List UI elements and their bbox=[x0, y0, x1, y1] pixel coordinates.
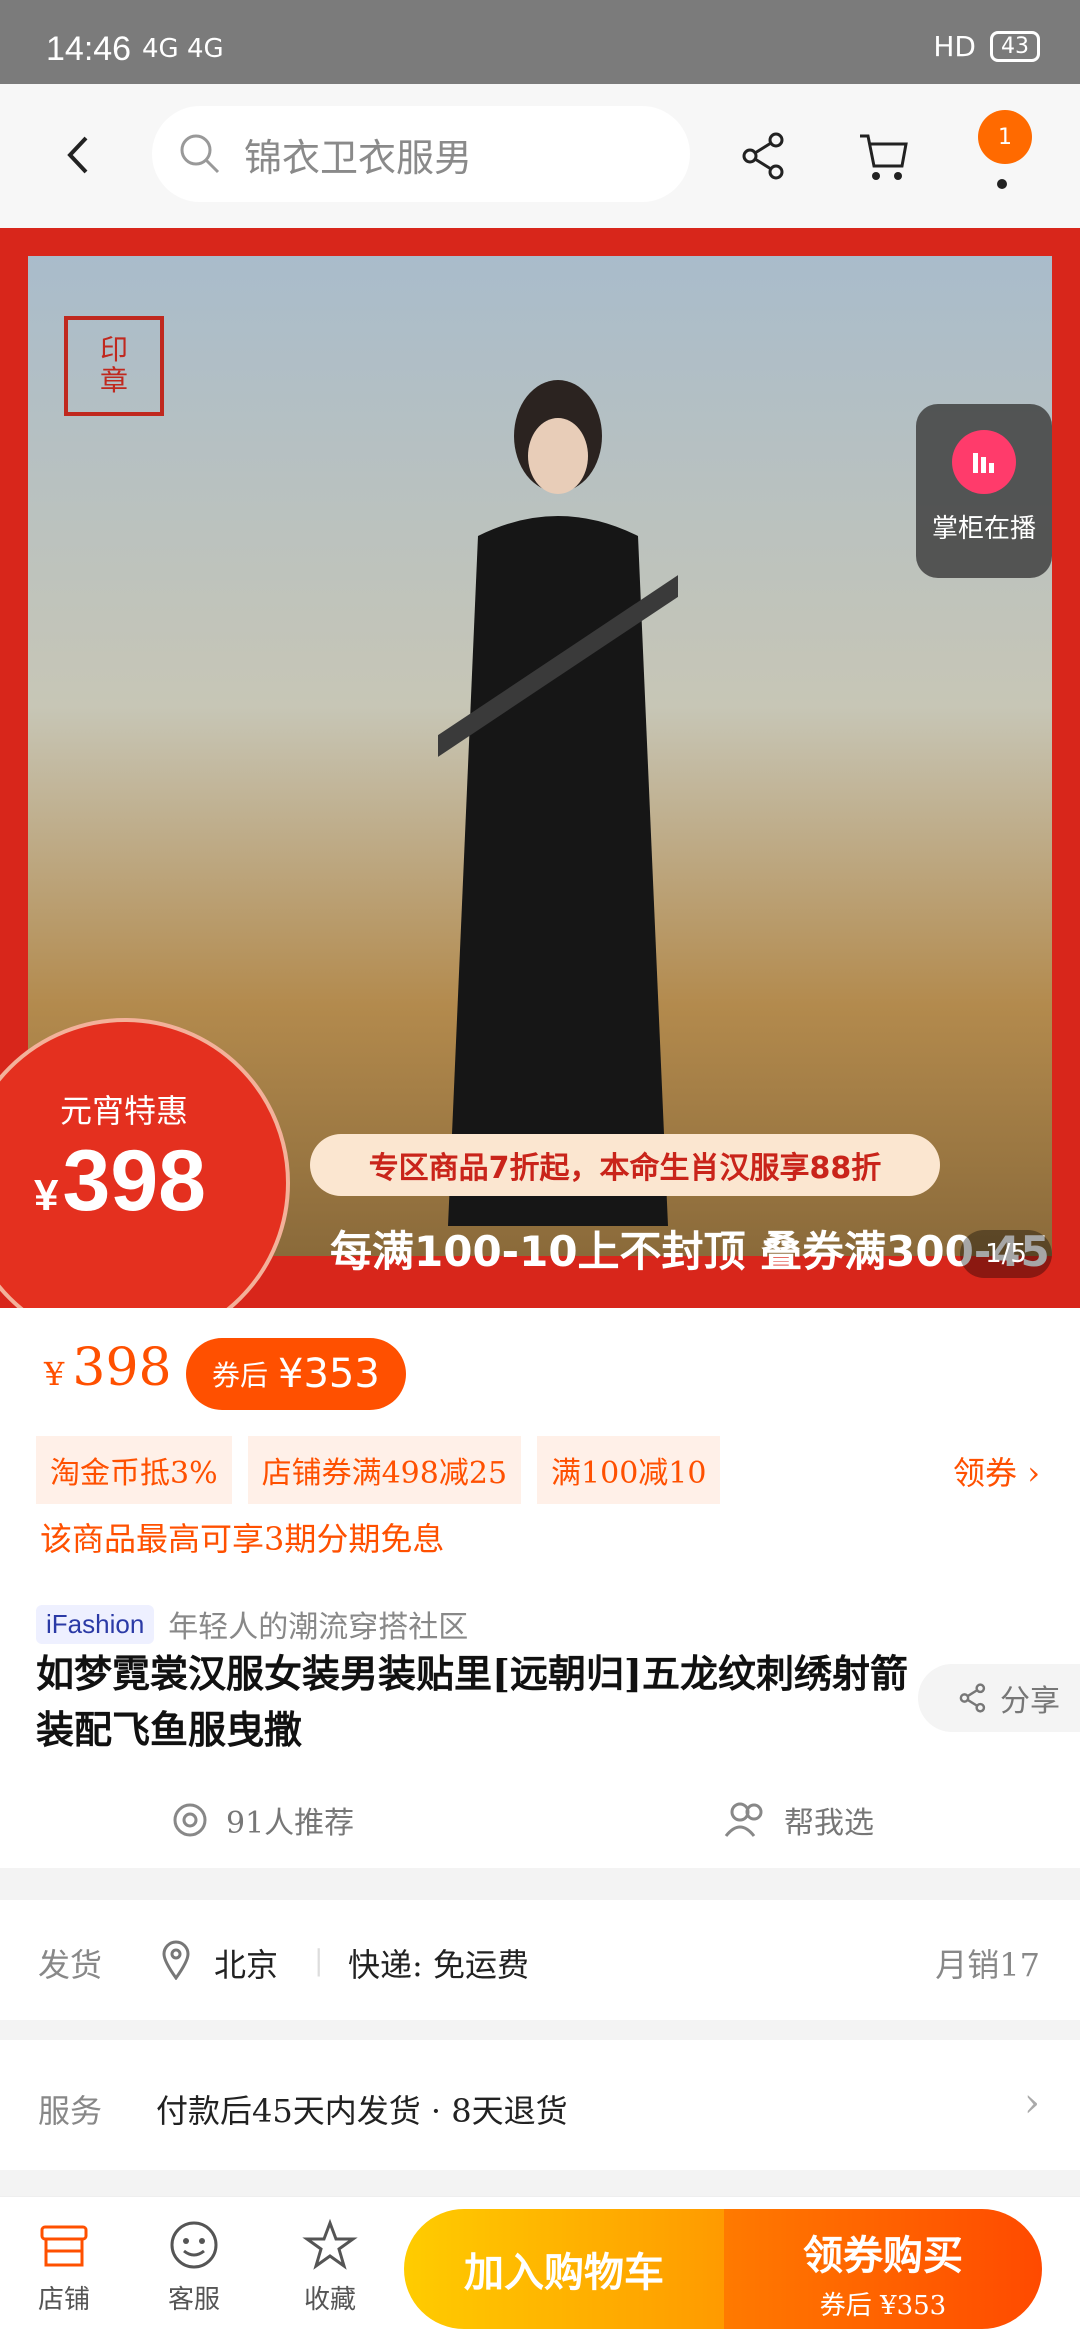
store-icon bbox=[40, 2225, 88, 2267]
customer-service-button[interactable]: 客服 bbox=[144, 2217, 244, 2316]
share-icon[interactable] bbox=[736, 128, 792, 184]
shipping-label: 发货 bbox=[38, 1946, 103, 1984]
ifashion-row[interactable]: iFashion 年轻人的潮流穿搭社区 bbox=[36, 1602, 468, 1646]
bottom-action-bar: 店铺 客服 收藏 加入购物车 领券购买 券后 ¥353 bbox=[0, 2196, 1080, 2340]
divider: | bbox=[314, 1944, 324, 1977]
chevron-right-icon: › bbox=[1027, 1454, 1040, 1492]
cart-icon[interactable] bbox=[856, 128, 912, 184]
search-input[interactable]: 锦衣卫衣服男 bbox=[152, 106, 690, 202]
shipping-row[interactable]: 发货 北京 | 快递: 免运费 月销17 bbox=[0, 1900, 1080, 2020]
service-row[interactable]: 服务 付款后45天内发货 · 8天退货 › bbox=[0, 2040, 1080, 2170]
promo-tag: 店铺券满498减25 bbox=[247, 1436, 522, 1504]
promo-price: ¥398 bbox=[34, 1133, 206, 1229]
status-bar: 14:46 4G 4G HD 43 bbox=[0, 0, 1080, 84]
product-price: ¥398 bbox=[44, 1338, 172, 1398]
location-icon bbox=[162, 1940, 190, 1980]
service-text: 付款后45天内发货 · 8天退货 bbox=[156, 2092, 568, 2130]
message-badge[interactable]: 1 bbox=[978, 110, 1032, 164]
coupon-price-badge: 券后 ¥353 bbox=[186, 1338, 406, 1410]
product-info: ¥398 券后 ¥353 淘金币抵3% 店铺券满498减25 满100减10 领券… bbox=[0, 1308, 1080, 1868]
product-title: 如梦霓裳汉服女装男装贴里[远朝归]五龙纹刺绣射箭装配飞鱼服曳撒 bbox=[36, 1651, 908, 1752]
get-coupon-link[interactable]: 领券 › bbox=[953, 1448, 1040, 1494]
favorite-button[interactable]: 收藏 bbox=[280, 2217, 380, 2316]
back-arrow-icon[interactable] bbox=[56, 130, 106, 180]
gallery-pager: 1/5 bbox=[960, 1230, 1052, 1278]
share-button[interactable]: 分享 bbox=[918, 1664, 1080, 1732]
buy-with-coupon-button[interactable]: 领券购买 券后 ¥353 bbox=[724, 2209, 1042, 2329]
search-placeholder: 锦衣卫衣服男 bbox=[244, 135, 473, 180]
help-me-choose[interactable]: 帮我选 bbox=[724, 1798, 874, 1842]
ifashion-subtitle: 年轻人的潮流穿搭社区 bbox=[168, 1610, 469, 1645]
live-stream-button[interactable]: 掌柜在播 bbox=[916, 404, 1052, 578]
promo-tags: 淘金币抵3% 店铺券满498减25 满100减10 bbox=[36, 1436, 721, 1504]
battery-indicator: 43 bbox=[990, 31, 1040, 62]
users-icon bbox=[724, 1802, 763, 1837]
seal-logo: 印章 bbox=[64, 316, 164, 416]
promo-banner-line1: 专区商品7折起，本命生肖汉服享88折 bbox=[310, 1134, 940, 1196]
hd-indicator: HD bbox=[933, 30, 976, 63]
chevron-right-icon: › bbox=[1024, 2080, 1040, 2126]
live-label: 掌柜在播 bbox=[931, 514, 1036, 544]
status-time: 14:46 bbox=[46, 30, 132, 68]
recommend-count[interactable]: 91人推荐 bbox=[170, 1798, 354, 1842]
status-right: HD 43 bbox=[933, 30, 1040, 63]
monthly-sales: 月销17 bbox=[935, 1946, 1040, 1984]
store-button[interactable]: 店铺 bbox=[14, 2217, 114, 2316]
flower-icon bbox=[173, 1803, 207, 1837]
installment-info: 该商品最高可享3期分期免息 bbox=[40, 1520, 445, 1558]
top-nav: 锦衣卫衣服男 1 bbox=[0, 84, 1080, 228]
model-figure bbox=[438, 380, 678, 1226]
ifashion-badge: iFashion bbox=[36, 1604, 155, 1644]
product-gallery[interactable]: 印章 掌柜在播 元宵特惠 ¥398 专区商品7折起，本命生肖汉服享88折 每满1… bbox=[0, 228, 1080, 1308]
promo-tag: 淘金币抵3% bbox=[36, 1436, 232, 1504]
promo-banner-line2: 每满100-10上不封顶 叠券满300-45 bbox=[330, 1227, 1050, 1276]
live-icon bbox=[952, 430, 1016, 494]
shipping-delivery: 快递: 免运费 bbox=[348, 1946, 529, 1984]
signal-indicator: 4G 4G bbox=[142, 34, 224, 64]
promo-tag: 满100减10 bbox=[537, 1436, 721, 1504]
smile-icon bbox=[170, 2221, 218, 2269]
recommend-row: 91人推荐 帮我选 bbox=[0, 1788, 1080, 1852]
star-icon bbox=[302, 2218, 358, 2270]
service-label: 服务 bbox=[38, 2092, 103, 2130]
promo-label: 元宵特惠 bbox=[60, 1092, 189, 1130]
shipping-location: 北京 bbox=[214, 1946, 279, 1984]
share-icon bbox=[959, 1683, 986, 1713]
search-icon bbox=[180, 134, 220, 174]
add-to-cart-button[interactable]: 加入购物车 bbox=[404, 2209, 724, 2329]
